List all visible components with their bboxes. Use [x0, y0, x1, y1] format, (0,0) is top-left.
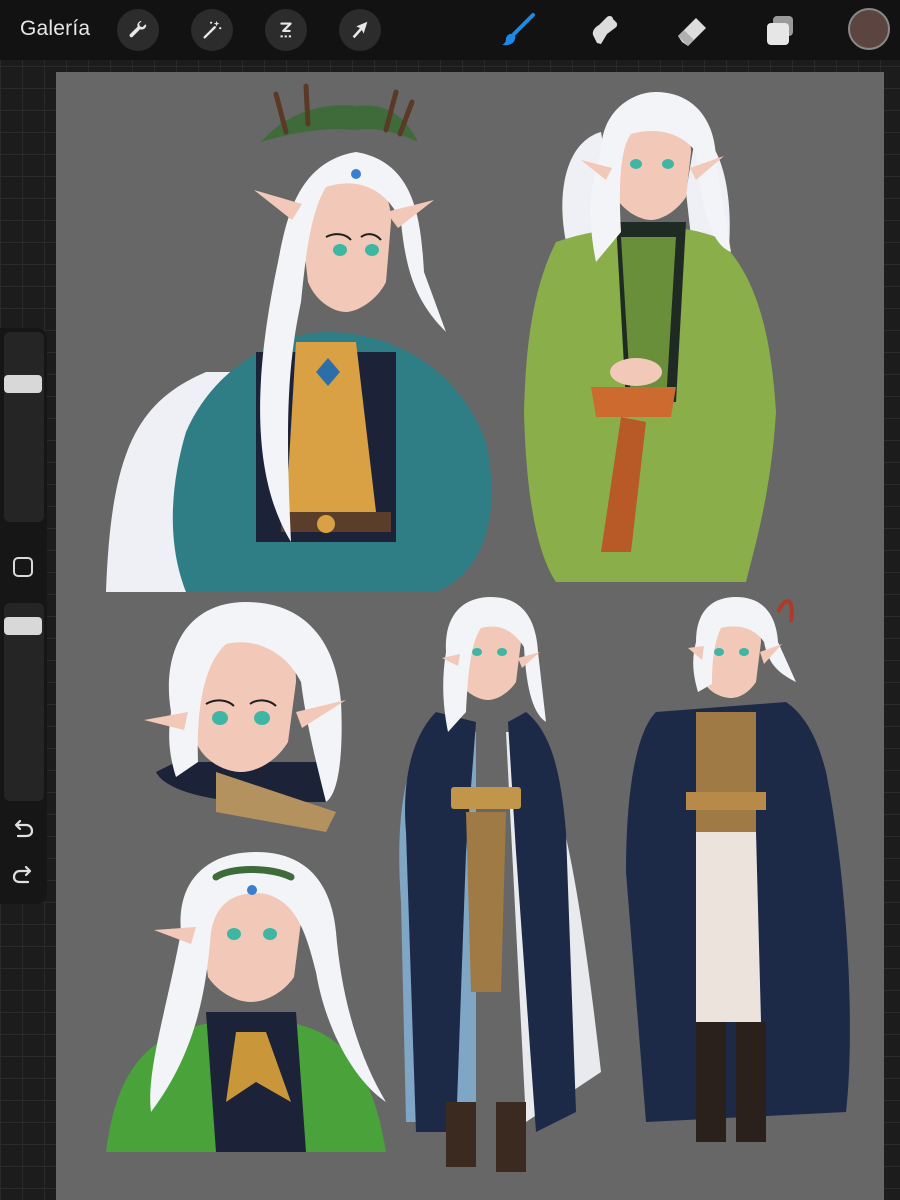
gallery-button[interactable]: Galería: [20, 17, 90, 41]
elf-character-sheet-artwork: [106, 83, 850, 1172]
undo-icon: [14, 820, 34, 838]
eraser-icon: [678, 18, 706, 46]
magic-wand-icon: [203, 20, 222, 39]
redo-icon: [12, 866, 32, 884]
redo-button[interactable]: [8, 860, 38, 890]
elf-bust-teal-cloak: [106, 83, 492, 592]
brush-size-slider[interactable]: [4, 332, 44, 522]
elf-full-body-navy-coat: [626, 597, 850, 1142]
transform-button[interactable]: [339, 9, 381, 51]
brush-size-thumb[interactable]: [4, 375, 42, 393]
opacity-thumb[interactable]: [4, 617, 42, 635]
elf-bust-green-jacket: [106, 852, 386, 1152]
top-toolbar: Galería: [0, 0, 900, 60]
color-picker-button[interactable]: [848, 8, 890, 50]
smudge-tool-button[interactable]: [583, 9, 625, 51]
arrow-cursor-icon: [352, 21, 368, 39]
opacity-slider[interactable]: [4, 603, 44, 801]
finger-smudge-icon: [592, 15, 618, 44]
layers-button[interactable]: [759, 9, 801, 51]
brush-icon: [502, 13, 535, 46]
brush-tool-button[interactable]: [497, 9, 539, 51]
drawing-canvas[interactable]: [56, 72, 884, 1200]
elf-full-body-blue-robe: [399, 597, 601, 1172]
undo-button[interactable]: [8, 814, 38, 844]
actions-button[interactable]: [117, 9, 159, 51]
selection-button[interactable]: [265, 9, 307, 51]
left-sidebar: [0, 328, 47, 904]
layers-icon: [767, 16, 793, 45]
selection-s-icon: [280, 22, 292, 38]
adjustments-button[interactable]: [191, 9, 233, 51]
wrench-icon: [129, 20, 147, 38]
elf-head-portrait: [144, 602, 346, 832]
eraser-tool-button[interactable]: [671, 9, 713, 51]
elf-green-robe: [524, 92, 776, 582]
square-modify-icon[interactable]: [13, 557, 33, 577]
